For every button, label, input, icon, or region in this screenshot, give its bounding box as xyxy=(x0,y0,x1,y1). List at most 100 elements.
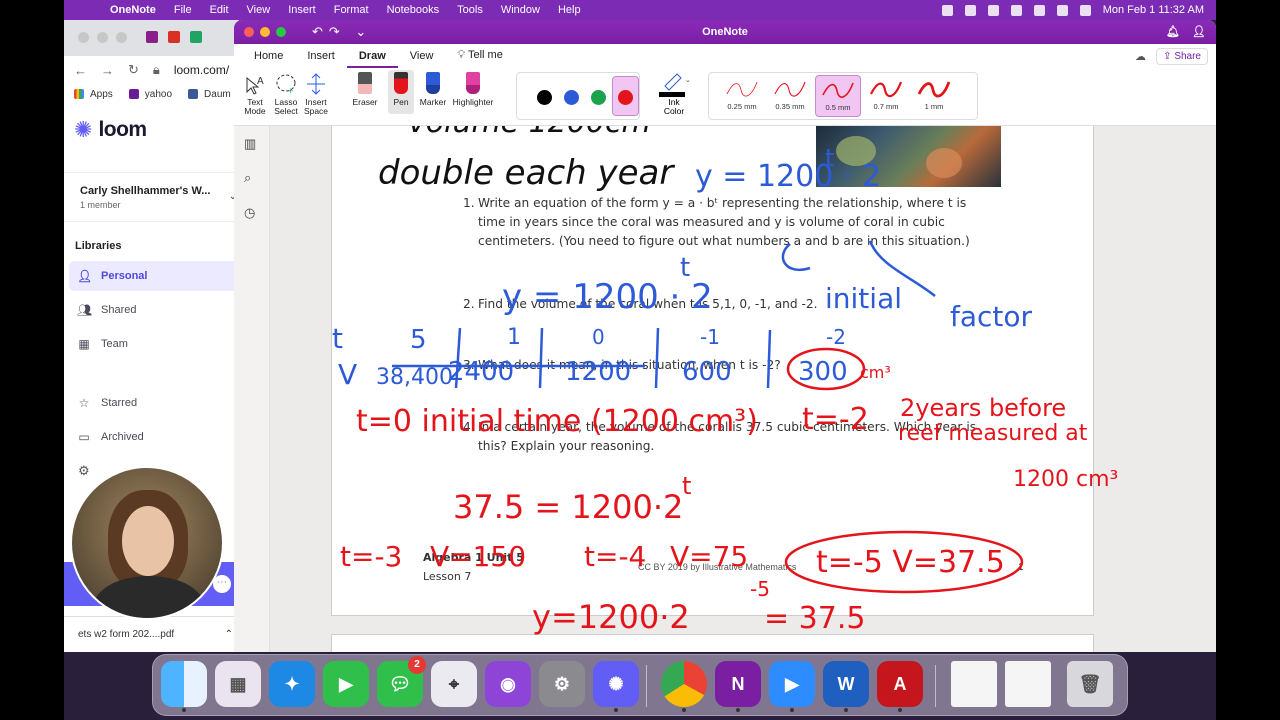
gmail-tab-icon[interactable] xyxy=(168,31,180,43)
menu-format[interactable]: Format xyxy=(334,4,369,16)
menu-insert[interactable]: Insert xyxy=(288,4,316,16)
menu-app-name[interactable]: OneNote xyxy=(110,4,156,16)
marker-button[interactable]: Marker xyxy=(418,72,448,107)
chrome-icon[interactable] xyxy=(661,661,707,712)
account-icon[interactable]: 👤︎ xyxy=(1192,20,1206,44)
zoom-icon[interactable]: ▶︎ xyxy=(769,661,815,712)
status-icon[interactable] xyxy=(987,4,999,16)
bluetooth-icon[interactable] xyxy=(1010,4,1022,16)
workspace-switcher[interactable]: Carly Shellhammer's W... 1 member ⌄ xyxy=(64,172,239,222)
bell-icon[interactable]: 🔔︎ xyxy=(1166,20,1180,44)
sidebar-item-archived[interactable]: ▭ Archived xyxy=(69,422,239,452)
menu-edit[interactable]: Edit xyxy=(210,4,229,16)
zoom-window-button[interactable] xyxy=(116,32,127,43)
menu-help[interactable]: Help xyxy=(558,4,581,16)
share-button[interactable]: ⇪ Share xyxy=(1156,48,1208,65)
insert-space-button[interactable]: Insert Space xyxy=(302,72,330,116)
loom-logo-icon: ✺ xyxy=(74,117,93,142)
wifi-icon[interactable] xyxy=(1033,4,1045,16)
menu-clock[interactable]: Mon Feb 1 11:32 AM xyxy=(1103,4,1204,16)
document-thumbnail-icon[interactable] xyxy=(951,661,997,707)
thickness-option-selected[interactable]: 0.5 mm xyxy=(815,75,861,117)
drive-tab-icon[interactable] xyxy=(190,31,202,43)
tab-insert[interactable]: Insert xyxy=(295,50,347,68)
color-swatch-red[interactable] xyxy=(618,90,633,105)
tab-draw[interactable]: Draw xyxy=(346,50,398,68)
screenshot-icon[interactable]: ⌖ xyxy=(431,661,477,707)
chevron-up-icon[interactable]: ⌃ xyxy=(225,629,233,640)
menu-window[interactable]: Window xyxy=(501,4,540,16)
thickness-label: 0.35 mm xyxy=(775,102,805,111)
ink-color-button[interactable]: ⌄ Ink Color xyxy=(652,72,696,116)
messages-icon[interactable]: 💬︎ 2 xyxy=(377,656,426,707)
search-icon[interactable]: ⌕ xyxy=(244,170,251,186)
zoom-window-button[interactable] xyxy=(276,27,286,37)
close-window-button[interactable] xyxy=(78,32,89,43)
menu-tools[interactable]: Tools xyxy=(457,4,483,16)
sidebar-item-team[interactable]: ▦ Team xyxy=(69,329,239,359)
reload-icon[interactable]: ↻ xyxy=(128,62,139,78)
bookmark-daum[interactable]: Daum xyxy=(204,89,231,100)
trash-icon[interactable]: 🗑︎ xyxy=(1067,661,1113,707)
menu-view[interactable]: View xyxy=(247,4,271,16)
menu-notebooks[interactable]: Notebooks xyxy=(387,4,440,16)
sidebar-item-starred[interactable]: ☆ Starred xyxy=(69,388,239,418)
workspace-members: 1 member xyxy=(80,200,121,210)
sync-icon[interactable]: ☁ xyxy=(1135,50,1146,63)
eraser-button[interactable]: Eraser xyxy=(348,72,382,107)
document-thumbnail-icon[interactable] xyxy=(1005,661,1051,707)
onenote-icon[interactable]: N xyxy=(715,661,761,712)
color-swatch-blue[interactable] xyxy=(564,90,579,105)
sidebar-item-shared[interactable]: 👥︎ Shared xyxy=(69,295,239,325)
word-icon[interactable]: W xyxy=(823,661,869,712)
menu-file[interactable]: File xyxy=(174,4,192,16)
webcam-bubble[interactable] xyxy=(70,466,224,620)
tab-tell-me[interactable]: 💡︎ Tell me xyxy=(445,49,514,68)
podcasts-icon[interactable]: ◉ xyxy=(485,661,531,707)
bookmarks-bar: Apps yahoo Daum xyxy=(64,84,239,104)
color-swatch-green[interactable] xyxy=(591,90,606,105)
system-preferences-icon[interactable]: ⚙ xyxy=(539,661,585,707)
loom-logo[interactable]: ✺ loom xyxy=(74,118,147,142)
download-item[interactable]: ets w2 form 202....pdf xyxy=(78,629,174,640)
close-window-button[interactable] xyxy=(244,27,254,37)
thickness-option[interactable]: 0.35 mm xyxy=(767,75,813,117)
yahoo-tab-icon[interactable] xyxy=(146,31,158,43)
status-icon[interactable] xyxy=(964,4,976,16)
forward-icon[interactable]: → xyxy=(101,63,114,78)
status-icon[interactable] xyxy=(941,4,953,16)
tab-view[interactable]: View xyxy=(398,50,446,68)
tab-home[interactable]: Home xyxy=(242,50,295,68)
page-canvas[interactable]: 1. Write an equation of the form y = a ·… xyxy=(270,126,1216,652)
thickness-option[interactable]: 0.7 mm xyxy=(863,75,909,117)
facetime-icon[interactable]: ▶ xyxy=(323,661,369,707)
finder-icon[interactable] xyxy=(161,661,207,712)
undo-redo-icons[interactable]: ↶↷ ⌄ xyxy=(312,20,372,44)
control-center-icon[interactable] xyxy=(1079,4,1091,16)
minimize-window-button[interactable] xyxy=(97,32,108,43)
launchpad-icon[interactable]: ▦ xyxy=(215,661,261,707)
sidebar-item-personal[interactable]: 👤︎ Personal xyxy=(69,261,239,291)
color-swatch-black[interactable] xyxy=(537,90,552,105)
pen-button[interactable]: Pen xyxy=(388,70,414,114)
lasso-select-button[interactable]: + Lasso Select xyxy=(272,72,300,116)
messages-badge: 2 xyxy=(408,656,426,674)
ink-red-text: t=-3 xyxy=(340,540,402,573)
people-icon: 👥︎ xyxy=(77,303,93,317)
recent-icon[interactable]: ◷ xyxy=(244,205,255,221)
highlighter-button[interactable]: Highlighter xyxy=(450,72,496,107)
text-mode-button[interactable]: A Text Mode xyxy=(242,72,268,116)
minimize-window-button[interactable] xyxy=(260,27,270,37)
gear-icon[interactable]: ⚙ xyxy=(78,463,90,479)
back-icon[interactable]: ← xyxy=(74,63,87,78)
loom-icon[interactable]: ✺ xyxy=(593,661,639,712)
thickness-option[interactable]: 1 mm xyxy=(911,75,957,117)
search-icon[interactable] xyxy=(1056,4,1068,16)
notebooks-icon[interactable]: ▥ xyxy=(244,136,256,152)
bookmark-apps[interactable]: Apps xyxy=(90,89,113,100)
thickness-option[interactable]: 0.25 mm xyxy=(719,75,765,117)
safari-icon[interactable]: ✦ xyxy=(269,661,315,707)
acrobat-icon[interactable]: A xyxy=(877,661,923,712)
url-field[interactable]: loom.com/ xyxy=(174,63,229,77)
bookmark-yahoo[interactable]: yahoo xyxy=(145,89,172,100)
